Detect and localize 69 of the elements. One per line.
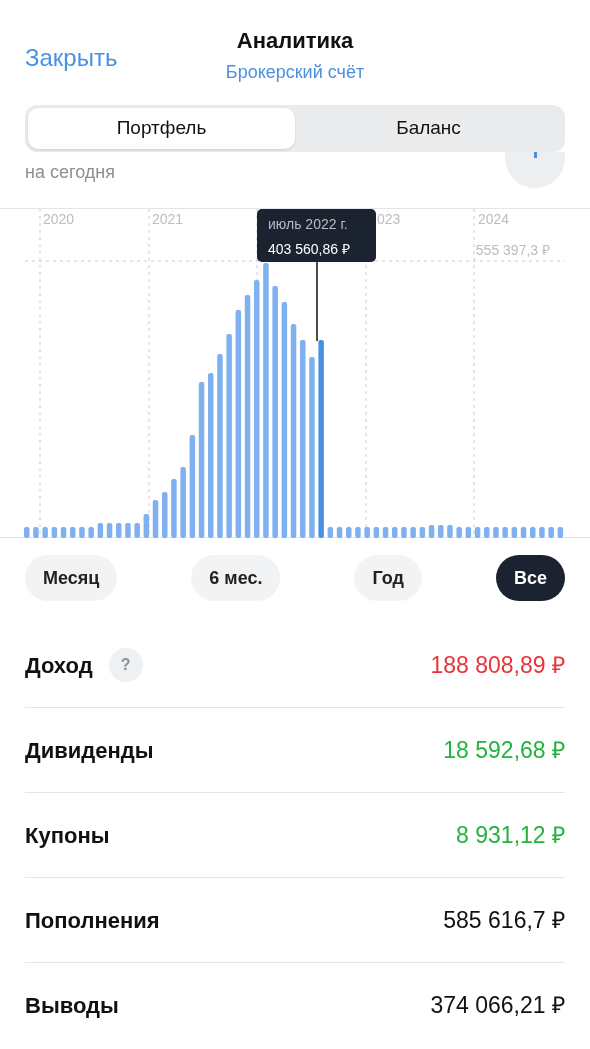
tooltip-date: июль 2022 г. xyxy=(268,215,349,234)
chart-bar xyxy=(557,527,564,538)
chart-bar xyxy=(51,527,58,538)
segment-tab[interactable]: Портфель xyxy=(28,108,295,149)
chart-bar xyxy=(447,525,453,538)
chart-bar xyxy=(511,527,518,538)
chart-bar xyxy=(419,527,426,538)
chart-bar xyxy=(79,527,85,538)
segment-tab[interactable]: Баланс xyxy=(295,108,562,149)
chart-bar xyxy=(327,527,334,538)
chart-bar xyxy=(502,527,508,538)
period-button[interactable]: Все xyxy=(495,555,565,601)
chart-bar xyxy=(162,492,168,538)
stat-value: 374 066,21 ₽ xyxy=(430,991,565,1021)
caption-text: на сегодня xyxy=(25,161,115,184)
stat-label: Дивиденды xyxy=(25,736,154,765)
chart-bar xyxy=(364,527,370,538)
stat-label: Выводы xyxy=(25,992,119,1020)
year-label: 2024 xyxy=(478,210,510,229)
chart-bar xyxy=(493,527,499,538)
chart-bar xyxy=(484,527,490,538)
chart-bar xyxy=(456,527,462,538)
chart-bar xyxy=(24,527,30,538)
chart-bar xyxy=(88,527,94,538)
period-button[interactable]: 6 мес. xyxy=(191,555,281,601)
stat-label: Доход xyxy=(25,651,93,680)
chart-bar xyxy=(539,527,545,538)
chart-bar xyxy=(346,527,352,538)
chart-bar xyxy=(438,525,444,538)
chart-bar xyxy=(548,527,554,538)
stat-value: 188 808,89 ₽ xyxy=(430,650,565,680)
chart-bar xyxy=(355,527,361,538)
chart-bar xyxy=(125,523,131,538)
year-label: 2021 xyxy=(152,210,184,229)
chart-bar xyxy=(97,523,104,538)
chart-bar xyxy=(336,527,343,538)
screen-title: Аналитика xyxy=(236,27,354,55)
chart-bar xyxy=(392,527,398,538)
chart-bar xyxy=(465,527,472,538)
chart-bar xyxy=(42,527,48,538)
stat-label: Пополнения xyxy=(25,906,160,935)
chart-bar xyxy=(70,527,76,538)
chart-bar xyxy=(152,500,159,538)
chart-bar xyxy=(180,467,186,538)
chart-bar xyxy=(143,514,150,538)
stat-label: Купоны xyxy=(25,821,110,850)
chart-bar xyxy=(382,527,389,538)
chart-bar xyxy=(106,523,113,538)
chart-bar xyxy=(520,527,527,538)
stat-value: 585 616,7 ₽ xyxy=(443,905,565,935)
chart-bar xyxy=(171,479,177,538)
stat-value: 8 931,12 ₽ xyxy=(456,820,565,850)
chart-bar xyxy=(474,527,481,538)
chart-bar xyxy=(373,527,380,538)
chart-bar xyxy=(428,525,435,538)
chart-bar xyxy=(134,523,140,538)
period-button[interactable]: Месяц xyxy=(25,555,118,601)
chart-bar xyxy=(401,527,407,538)
max-value-label: 555 397,3 ₽ xyxy=(475,241,550,260)
chart-bar xyxy=(530,527,536,538)
chart-bar xyxy=(410,527,416,538)
stat-value: 18 592,68 ₽ xyxy=(443,735,565,765)
chart-bar xyxy=(33,527,39,538)
period-button[interactable]: Год xyxy=(354,555,422,601)
year-label: 023 xyxy=(377,210,401,229)
chart-bar xyxy=(116,523,122,538)
tooltip-value: 403 560,86 ₽ xyxy=(268,240,351,259)
chart-bar xyxy=(60,527,67,538)
year-label: 2020 xyxy=(43,210,75,229)
